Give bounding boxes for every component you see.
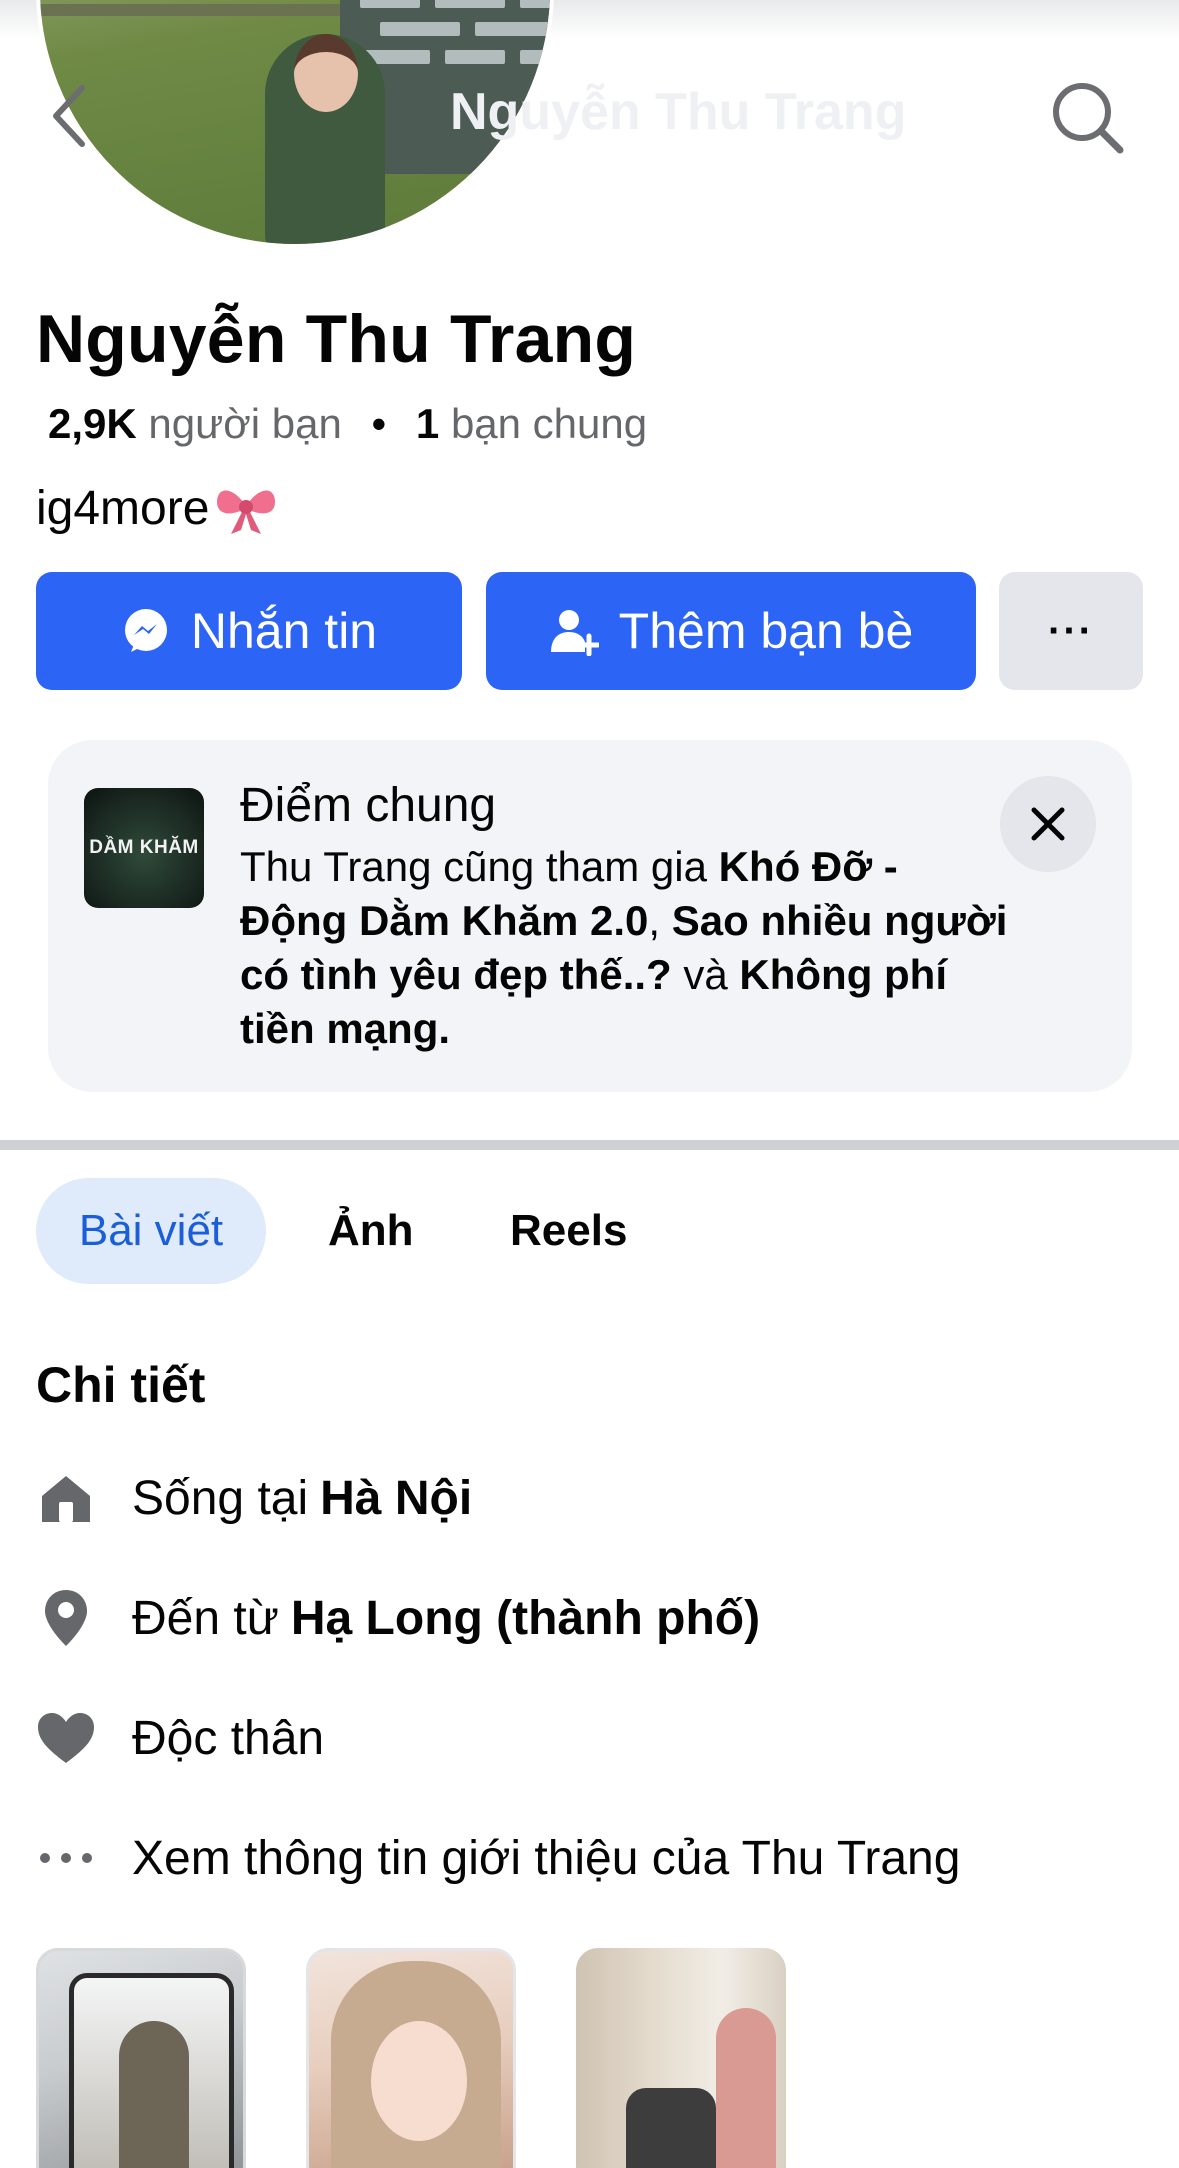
friends-label: người bạn (148, 400, 342, 447)
featured-photo-1[interactable] (36, 1948, 246, 2168)
friend-stats[interactable]: 2,9K người bạn • 1 bạn chung (48, 400, 647, 448)
detail-relationship: Độc thân (36, 1698, 324, 1778)
group-thumbnail: DẦM KHĂM (84, 788, 204, 908)
profile-bio: ig4more (36, 480, 279, 536)
group-thumbnail-text: DẦM KHĂM (89, 837, 199, 858)
friends-count: 2,9K (48, 400, 137, 447)
location-pin-icon (36, 1588, 96, 1648)
detail-from[interactable]: Đến từ Hạ Long (thành phố) (36, 1578, 760, 1658)
mutual-count: 1 (415, 400, 440, 447)
details-title: Chi tiết (36, 1357, 206, 1413)
message-button-label: Nhắn tin (190, 603, 378, 659)
message-button[interactable]: Nhắn tin (36, 572, 462, 690)
header-title-faded: Nguyễn Thu Trang (450, 83, 907, 141)
tab-photos[interactable]: Ảnh (328, 1178, 414, 1284)
card-body: Thu Trang cũng tham gia Khó Đỡ - Động Dằ… (240, 843, 1008, 1052)
more-dots-icon (36, 1828, 96, 1888)
card-title: Điểm chung (240, 779, 497, 832)
back-button[interactable] (44, 82, 96, 150)
avatar-person-head (294, 34, 358, 112)
heart-icon (36, 1708, 96, 1768)
dismiss-card-button[interactable] (1000, 776, 1096, 872)
detail-lives-in[interactable]: Sống tại Hà Nội (36, 1458, 472, 1538)
tab-posts[interactable]: Bài viết (36, 1178, 266, 1284)
mutual-interests-card[interactable]: DẦM KHĂM Điểm chung Thu Trang cũng tham … (48, 740, 1132, 1092)
add-friend-button[interactable]: Thêm bạn bè (486, 572, 976, 690)
lives-in-value[interactable]: Hà Nội (320, 1471, 472, 1526)
search-icon (1053, 83, 1124, 154)
bio-text: ig4more (36, 481, 210, 535)
more-options-icon: ··· (1048, 608, 1094, 653)
from-value[interactable]: Hạ Long (thành phố) (291, 1591, 760, 1646)
tab-reels[interactable]: Reels (510, 1178, 627, 1284)
see-about-link[interactable]: Xem thông tin giới thiệu của Thu Trang (36, 1818, 960, 1898)
featured-photo-2[interactable] (306, 1948, 516, 2168)
featured-photo-3[interactable] (576, 1948, 786, 2168)
section-divider (0, 1140, 1179, 1150)
add-friend-button-label: Thêm bạn bè (618, 603, 914, 659)
chevron-left-icon (53, 85, 85, 147)
ribbon-emoji-icon (213, 480, 279, 536)
home-icon (36, 1468, 96, 1528)
profile-name: Nguyễn Thu Trang (36, 301, 637, 377)
close-icon (1031, 807, 1065, 841)
mutual-label: bạn chung (450, 400, 648, 447)
search-button[interactable] (1048, 78, 1126, 156)
add-friend-icon (550, 610, 599, 656)
more-options-button[interactable]: ··· (999, 572, 1143, 690)
messenger-icon (124, 609, 167, 652)
separator-dot: • (371, 400, 387, 447)
